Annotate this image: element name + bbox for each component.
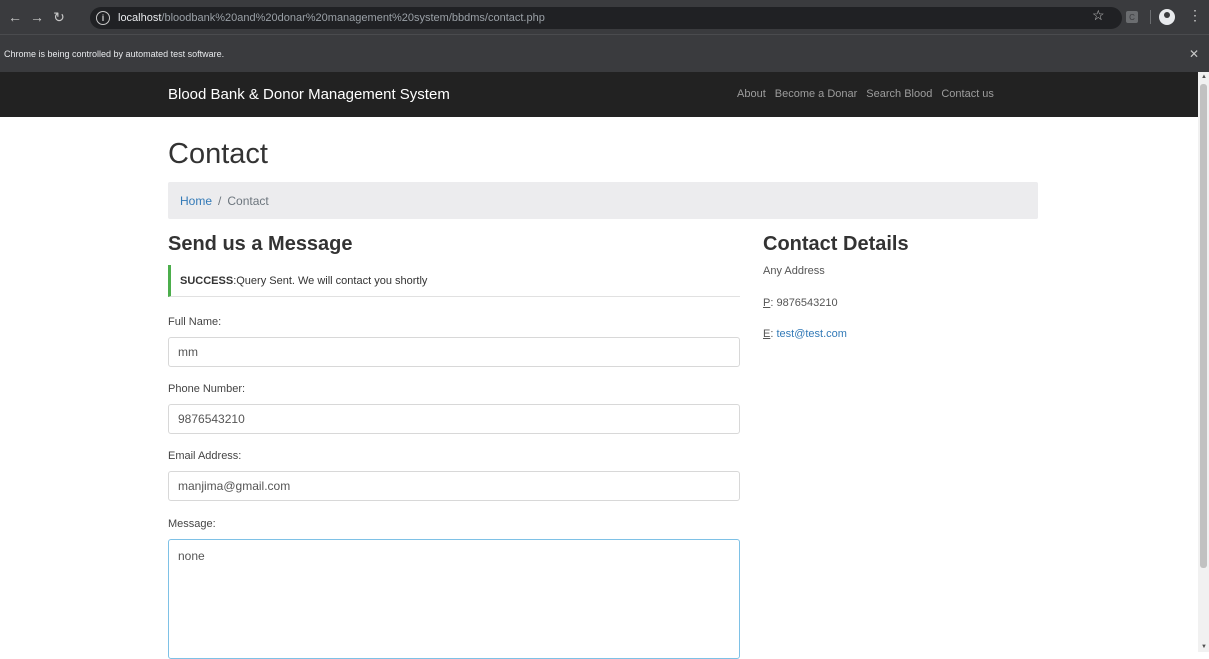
site-navbar: Blood Bank & Donor Management System Abo…	[0, 72, 1198, 117]
toolbar-divider	[1150, 10, 1151, 24]
profile-avatar-icon[interactable]	[1159, 9, 1175, 25]
nav-link-about[interactable]: About	[737, 88, 766, 100]
site-info-icon[interactable]: i	[96, 11, 110, 25]
nav-link-contact-us[interactable]: Contact us	[941, 88, 994, 100]
address-bar[interactable]: i localhost /bloodbank%20and%20donar%20m…	[90, 7, 1122, 29]
back-icon[interactable]: ←	[4, 9, 26, 25]
bookmark-star-icon[interactable]: ☆	[1092, 7, 1105, 24]
breadcrumb: Home / Contact	[168, 182, 1038, 219]
full-name-field[interactable]	[168, 337, 740, 367]
phone-label: Phone Number:	[168, 383, 246, 395]
breadcrumb-current: Contact	[227, 193, 269, 208]
page-scrollbar[interactable]: ▲ ▼	[1198, 72, 1209, 652]
url-path: /bloodbank%20and%20donar%20management%20…	[161, 12, 545, 24]
automation-infobar: Chrome is being controlled by automated …	[0, 34, 1209, 72]
scrollbar-thumb[interactable]	[1200, 84, 1207, 568]
close-icon[interactable]: ✕	[1189, 47, 1199, 61]
email-label: Email Address:	[168, 450, 242, 462]
url-host: localhost	[118, 12, 162, 24]
nav-link-search-blood[interactable]: Search Blood	[866, 88, 932, 100]
success-label: SUCCESS	[180, 274, 234, 287]
message-label: Message:	[168, 518, 216, 530]
email-link[interactable]: test@test.com	[776, 328, 846, 340]
reload-icon[interactable]: ↻	[48, 9, 70, 26]
contact-heading: Contact Details	[763, 233, 909, 255]
nav-links: About Become a Donar Search Blood Contac…	[737, 88, 994, 100]
nav-link-become-donar[interactable]: Become a Donar	[775, 88, 858, 100]
scroll-down-icon[interactable]: ▼	[1201, 644, 1207, 650]
phone-value: : 9876543210	[770, 297, 838, 309]
email-field[interactable]	[168, 471, 740, 501]
infobar-text: Chrome is being controlled by automated …	[4, 48, 225, 59]
full-name-label: Full Name:	[168, 316, 222, 328]
site-brand[interactable]: Blood Bank & Donor Management System	[168, 86, 450, 103]
breadcrumb-home-link[interactable]: Home	[180, 194, 212, 208]
browser-menu-icon[interactable]: ⋮	[1188, 7, 1202, 24]
contact-address: Any Address	[763, 265, 825, 277]
form-heading: Send us a Message	[168, 233, 353, 255]
browser-toolbar: ← → ↻ i localhost /bloodbank%20and%20don…	[0, 0, 1209, 34]
contact-email: E: test@test.com	[763, 328, 847, 340]
forward-icon[interactable]: →	[26, 9, 48, 25]
extension-icon[interactable]: C	[1126, 11, 1138, 23]
scroll-up-icon[interactable]: ▲	[1201, 74, 1207, 80]
contact-phone: P: 9876543210	[763, 297, 838, 309]
success-message: :Query Sent. We will contact you shortly	[233, 274, 428, 287]
message-textarea[interactable]: none	[168, 539, 740, 659]
breadcrumb-separator: /	[218, 193, 222, 208]
success-alert: SUCCESS:Query Sent. We will contact you …	[168, 265, 740, 297]
page-title: Contact	[168, 138, 268, 170]
phone-field[interactable]	[168, 404, 740, 434]
